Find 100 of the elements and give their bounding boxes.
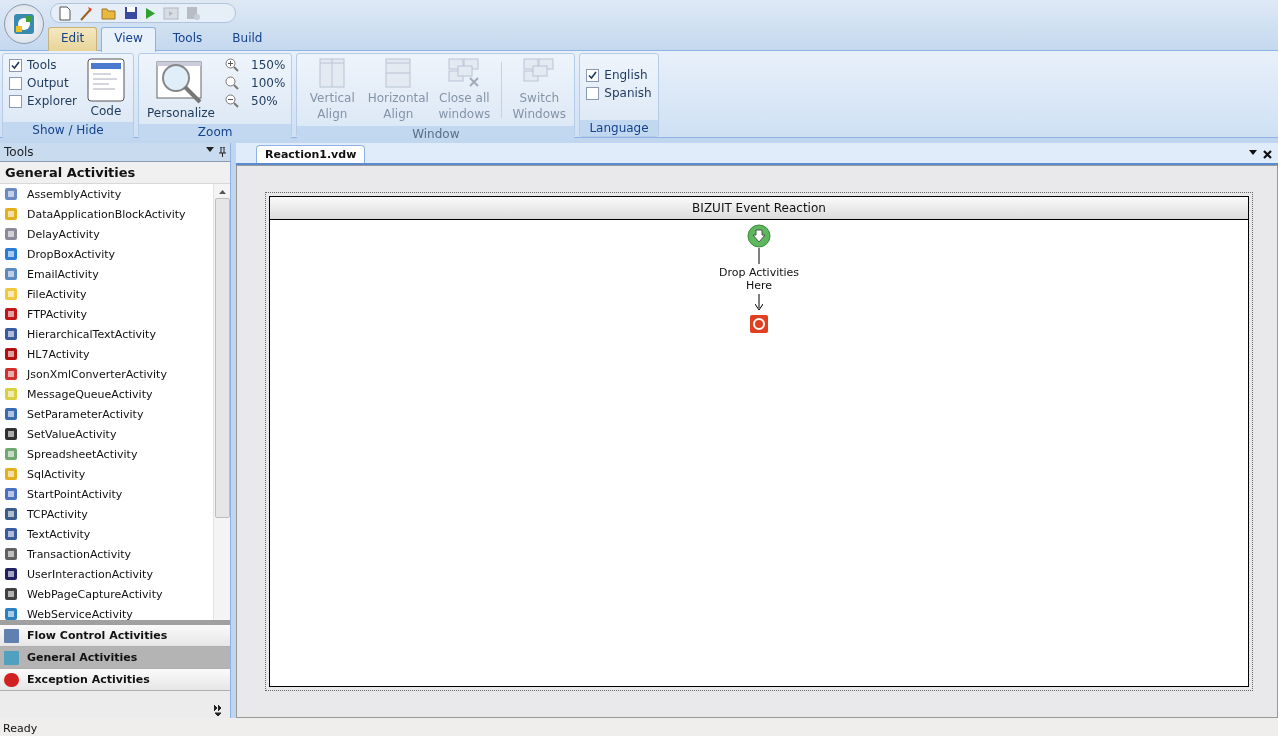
activity-item[interactable]: FileActivity [0,284,213,304]
save-icon[interactable] [124,6,138,20]
magic-wand-icon[interactable] [78,5,94,21]
dropdown-icon[interactable] [206,147,214,152]
horizontal-split-icon [385,58,412,88]
application-menu-button[interactable] [4,4,44,44]
activity-item[interactable]: JsonXmlConverterActivity [0,364,213,384]
pin-icon[interactable] [219,147,226,157]
checkbox[interactable] [9,58,22,72]
activity-icon [3,226,19,242]
category-tab[interactable]: Exception Activities [0,669,230,691]
activity-icon [3,586,19,602]
logo-icon [12,12,36,36]
activity-icon [3,366,19,382]
overflow-icon[interactable] [214,704,222,716]
activity-item[interactable]: HierarchicalTextActivity [0,324,213,344]
activity-item[interactable]: MessageQueueActivity [0,384,213,404]
checkbox-label: Spanish [604,86,652,100]
activity-item[interactable]: EmailActivity [0,264,213,284]
activity-icon [3,466,19,482]
category-icon [3,671,21,688]
activity-icon [3,346,19,362]
close-icon[interactable] [1263,150,1272,159]
activity-icon [3,326,19,342]
activity-item[interactable]: SetValueActivity [0,424,213,444]
section-header: General Activities [0,162,230,184]
activity-item[interactable]: SetParameterActivity [0,404,213,424]
activity-item[interactable]: SpreadsheetActivity [0,444,213,464]
checkbox-label: English [604,68,648,82]
activity-icon [3,506,19,522]
checkbox-label: Output [27,76,69,90]
activity-icon [3,386,19,402]
category-tab[interactable]: General Activities [0,647,230,669]
scrollbar[interactable] [213,184,230,620]
ribbon-tab[interactable]: View [101,27,156,52]
ribbon-tab[interactable]: Build [219,27,276,51]
activity-item[interactable]: SqlActivity [0,464,213,484]
status-text: Ready [0,718,1278,736]
activity-item[interactable]: DelayActivity [0,224,213,244]
scroll-up-icon[interactable] [218,190,226,194]
checkbox-label: Explorer [27,94,77,108]
checkbox[interactable] [9,94,22,108]
activity-item[interactable]: WebServiceActivity [0,604,213,620]
activity-icon [3,446,19,462]
activity-icon [3,426,19,442]
activity-item[interactable]: UserInteractionActivity [0,564,213,584]
activity-item[interactable]: TCPActivity [0,504,213,524]
activity-icon [3,306,19,322]
activity-item[interactable]: StartPointActivity [0,484,213,504]
new-file-icon[interactable] [59,5,71,21]
activity-item[interactable]: WebPageCaptureActivity [0,584,213,604]
play-icon[interactable] [145,6,156,20]
activity-item[interactable]: FTPActivity [0,304,213,324]
activity-icon [3,206,19,222]
checkbox-label: Tools [27,58,57,72]
magnifier-icon [225,94,239,108]
vertical-split-icon [319,58,346,88]
activity-item[interactable]: TransactionActivity [0,544,213,564]
activity-icon [3,186,19,202]
category-icon [3,627,21,644]
activity-item[interactable]: HL7Activity [0,344,213,364]
arrow-connector [755,294,763,310]
category-icon [3,649,21,666]
category-tab[interactable]: Flow Control Activities [0,625,230,647]
group-caption: Language [580,120,658,136]
checkbox[interactable] [9,76,22,90]
zoom-level-button[interactable]: 150% [225,58,286,72]
zoom-level-button[interactable]: 100% [225,76,286,90]
activity-icon [3,546,19,562]
checkbox[interactable] [586,68,600,82]
activity-icon [3,526,19,542]
start-node-icon[interactable] [747,224,771,248]
activity-icon [3,406,19,422]
activity-item[interactable]: TextActivity [0,524,213,544]
windows-close-icon [448,58,481,88]
personalize-button[interactable]: Personalize [144,58,217,120]
dropdown-icon[interactable] [1249,150,1257,155]
magnifier-icon [225,76,239,90]
ribbon-tab[interactable]: Tools [159,27,216,51]
activity-icon [3,246,19,262]
activity-icon [3,566,19,582]
ribbon-tab[interactable]: Edit [48,27,98,51]
activity-icon [3,266,19,282]
activity-item[interactable]: AssemblyActivity [0,184,213,204]
activity-item[interactable]: DataApplicationBlockActivity [0,204,213,224]
magnifier-icon [225,58,239,72]
drop-hint: Drop Activities Here [717,266,801,292]
activity-icon [3,486,19,502]
connector-line [758,248,760,264]
workflow-title: BIZUIT Event Reaction [270,197,1248,220]
activity-item[interactable]: DropBoxActivity [0,244,213,264]
activity-icon [3,286,19,302]
activity-icon [3,606,19,620]
zoom-level-button[interactable]: 50% [225,94,286,108]
panel-title: Tools [4,145,34,159]
document-tab[interactable]: Reaction1.vdw [256,145,366,163]
group-caption: Zoom [138,124,292,140]
open-folder-icon[interactable] [101,6,117,20]
end-node-icon[interactable] [749,314,769,334]
checkbox[interactable] [586,86,600,100]
